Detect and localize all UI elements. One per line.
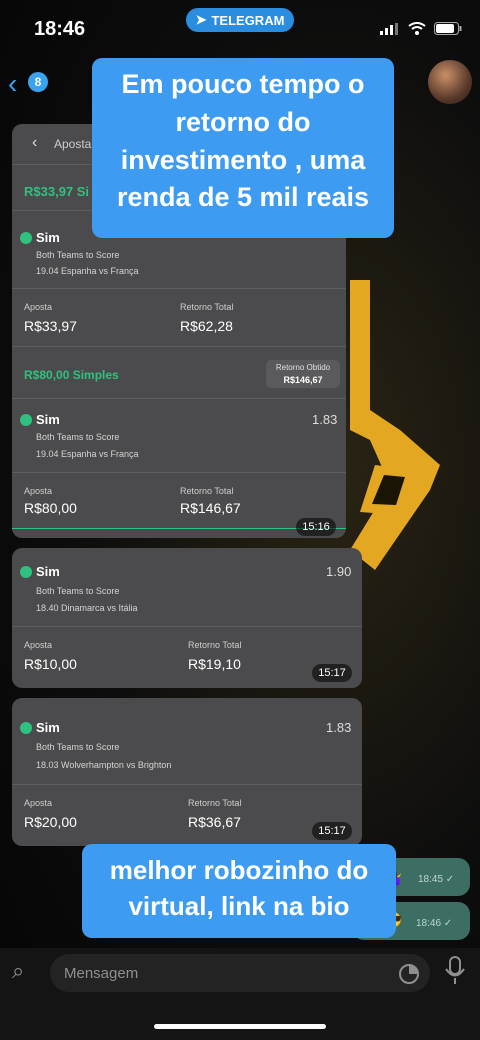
bet-title: R$33,97 Si <box>24 184 90 199</box>
avatar[interactable] <box>428 60 472 104</box>
bet-header-title: Aposta <box>54 137 92 151</box>
home-indicator <box>154 1024 326 1029</box>
return-value: R$62,28 <box>180 318 233 334</box>
message-time: 15:17 <box>312 664 352 682</box>
sticker-icon[interactable] <box>398 963 420 985</box>
return-value: R$19,10 <box>188 656 241 672</box>
battery-icon <box>434 22 462 35</box>
message-time: 15:17 <box>312 822 352 840</box>
odd: 1.83 <box>312 412 338 427</box>
return-label: Retorno Total <box>188 640 242 650</box>
bet-screenshot-message[interactable]: Sim 1.90 Both Teams to Score 18.40 Dinam… <box>12 548 362 688</box>
clock: 18:46 <box>34 18 86 40</box>
return-value: R$36,67 <box>188 814 241 830</box>
market: Both Teams to Score <box>36 742 120 752</box>
back-chevron-icon[interactable]: ‹ <box>8 68 17 100</box>
message-time: 18:46 ✓ <box>416 918 453 929</box>
caption-overlay-top: Em pouco tempo o retorno do investimento… <box>92 58 394 238</box>
return-label: Retorno Total <box>180 486 234 496</box>
check-icon <box>20 232 32 244</box>
check-icon <box>20 722 32 734</box>
market: Both Teams to Score <box>36 250 120 260</box>
bet-title: R$80,00 Simples <box>24 368 119 382</box>
stake-value: R$33,97 <box>24 318 77 334</box>
paperclip-icon[interactable]: ⌕ <box>12 958 24 984</box>
unread-badge[interactable]: 8 <box>28 72 48 92</box>
message-time: 18:45 ✓ <box>418 874 455 885</box>
match: 19.04 Espanha vs França <box>36 449 139 459</box>
return-obtained-value: R$146,67 <box>283 375 323 385</box>
message-time: 15:16 <box>296 518 336 536</box>
odd: 1.83 <box>326 720 352 735</box>
chevron-left-icon: ‹ <box>32 134 38 151</box>
selection: Sim <box>36 720 60 735</box>
message-composer: ⌕ Mensagem <box>0 948 480 1040</box>
stake-label: Aposta <box>24 798 53 808</box>
message-input[interactable]: Mensagem <box>50 954 430 992</box>
check-icon <box>20 566 32 578</box>
market: Both Teams to Score <box>36 432 120 442</box>
stake-label: Aposta <box>24 640 53 650</box>
stake-value: R$80,00 <box>24 500 77 516</box>
check-icon <box>20 414 32 426</box>
microphone-icon[interactable] <box>444 956 466 986</box>
status-icons <box>380 22 462 35</box>
selection: Sim <box>36 230 60 245</box>
market: Both Teams to Score <box>36 586 120 596</box>
stake-label: Aposta <box>24 302 53 312</box>
message-placeholder: Mensagem <box>64 965 139 982</box>
stake-value: R$10,00 <box>24 656 77 672</box>
telegram-label: TELEGRAM <box>211 12 285 28</box>
bet-screenshot-message[interactable]: Sim 1.83 Both Teams to Score 18.03 Wolve… <box>12 698 362 846</box>
return-value: R$146,67 <box>180 500 241 516</box>
telegram-pill[interactable]: ➤ TELEGRAM <box>186 8 294 32</box>
selection: Sim <box>36 564 60 579</box>
stake-value: R$20,00 <box>24 814 77 830</box>
stake-label: Aposta <box>24 486 53 496</box>
return-obtained-label: Retorno Obtido <box>275 363 331 372</box>
return-label: Retorno Total <box>180 302 234 312</box>
match: 18.03 Wolverhampton vs Brighton <box>36 760 172 770</box>
return-label: Retorno Total <box>188 798 242 808</box>
wifi-icon <box>408 22 426 35</box>
match: 19.04 Espanha vs França <box>36 266 139 276</box>
return-obtained-badge: Retorno Obtido R$146,67 <box>266 360 340 388</box>
status-bar: 18:46 ➤ TELEGRAM <box>0 0 480 58</box>
selection: Sim <box>36 412 60 427</box>
match: 18.40 Dinamarca vs Itália <box>36 603 138 613</box>
signal-icon <box>380 22 398 35</box>
telegram-icon: ➤ <box>195 12 207 27</box>
odd: 1.90 <box>326 564 352 579</box>
caption-overlay-bottom: melhor robozinho do virtual, link na bio <box>82 844 396 938</box>
